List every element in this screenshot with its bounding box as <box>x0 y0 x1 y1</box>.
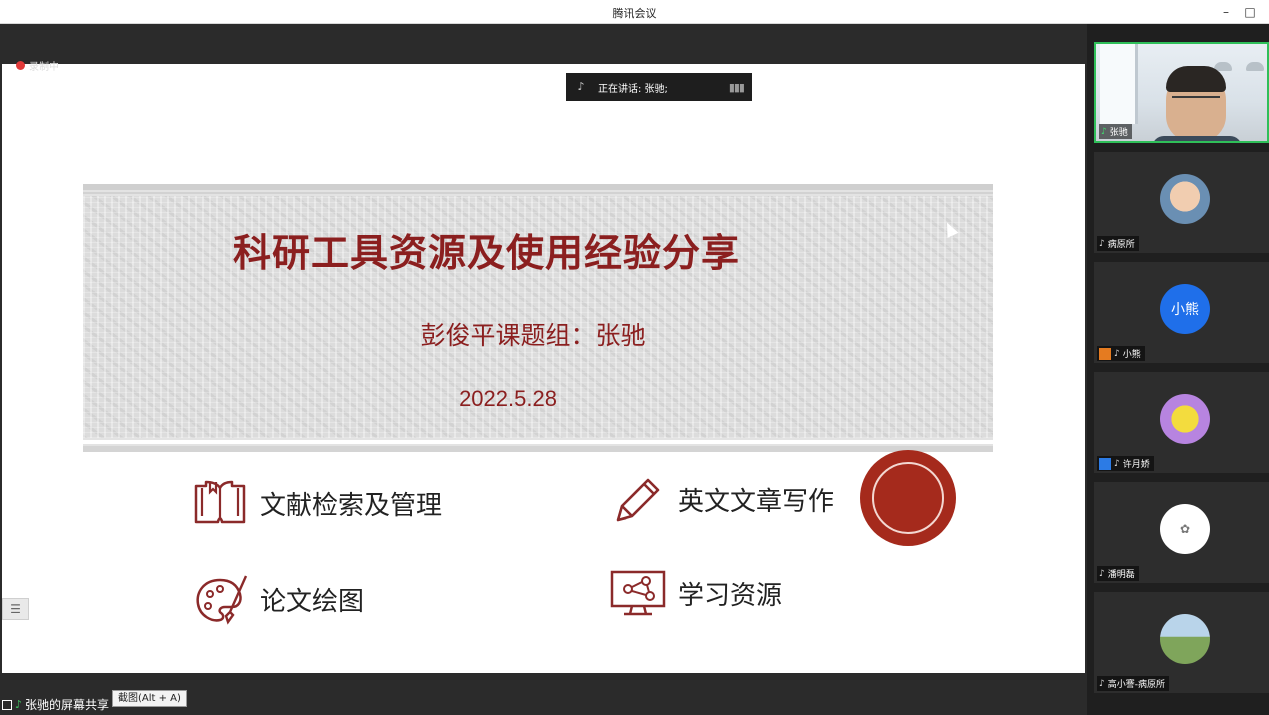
shared-screen-area: 录制中 ♪ 正在讲话: 张驰; ▮▮▮ 科研工具资源及使用经验分享 彭俊平课题组… <box>0 24 1087 715</box>
participant-glasses <box>1172 96 1220 106</box>
microphone-icon: ♪ <box>577 80 585 93</box>
audio-level-icon: ▮▮▮ <box>728 80 745 94</box>
avatar <box>1160 174 1210 224</box>
participant-name: 许月娇 <box>1122 460 1150 470</box>
participant-tile[interactable]: ♪ 高小謇-病原所 <box>1094 592 1269 693</box>
book-icon <box>194 480 246 524</box>
share-top-strip <box>0 24 1087 64</box>
microphone-muted-icon: ♪ <box>1099 568 1105 579</box>
banner-edge-bottom <box>83 446 993 452</box>
microphone-muted-icon: ♪ <box>1114 348 1120 359</box>
participant-tile[interactable]: ♪ 张驰 <box>1094 42 1269 143</box>
screen-share-label[interactable]: ♪ 张驰的屏幕共享 <box>2 696 109 713</box>
window-titlebar: 腾讯会议 – □ <box>0 0 1269 24</box>
participant-hair <box>1166 66 1226 92</box>
avatar <box>1160 394 1210 444</box>
pencil-icon <box>616 478 660 522</box>
microphone-icon: ♪ <box>15 698 23 711</box>
participant-name-tag: ♪ 张驰 <box>1099 124 1132 139</box>
participant-name: 张驰 <box>1109 128 1128 138</box>
palette-icon <box>196 575 248 625</box>
slide-banner: 科研工具资源及使用经验分享 彭俊平课题组：张驰 2022.5.28 <box>83 184 993 452</box>
participant-name-tag: ♪ 潘明磊 <box>1097 566 1139 581</box>
participant-tile[interactable]: ♪ 许月娇 <box>1094 372 1269 473</box>
maximize-button[interactable]: □ <box>1240 3 1260 21</box>
participant-tile[interactable]: 小熊 ♪ 小熊 <box>1094 262 1269 363</box>
cohost-badge-icon <box>1099 457 1111 470</box>
topic-label: 学习资源 <box>678 580 783 611</box>
topic-writing: 英文文章写作 <box>608 472 834 526</box>
video-background-window <box>1100 44 1138 124</box>
topic-resources: 学习资源 <box>608 566 782 620</box>
screenshot-tooltip: 截图(Alt + A) <box>112 690 187 707</box>
slide-title: 科研工具资源及使用经验分享 <box>233 230 741 275</box>
window-title: 腾讯会议 <box>612 7 657 20</box>
banner-edge-top <box>83 184 993 190</box>
participant-tile[interactable]: ✿ ♪ 潘明磊 <box>1094 482 1269 583</box>
participant-name: 小熊 <box>1122 350 1141 360</box>
avatar: ✿ <box>1160 504 1210 554</box>
monitor-network-icon <box>610 570 666 616</box>
presentation-slide: 科研工具资源及使用经验分享 彭俊平课题组：张驰 2022.5.28 文献检索及管… <box>2 64 1085 673</box>
banner-gap <box>83 440 993 444</box>
topic-label: 文献检索及管理 <box>260 490 443 521</box>
slide-author: 彭俊平课题组：张驰 <box>420 321 646 350</box>
screen-share-text: 张驰的屏幕共享 <box>25 698 110 712</box>
participant-name: 病原所 <box>1107 240 1135 250</box>
list-toggle-button[interactable]: ☰ <box>2 598 29 620</box>
avatar: 小熊 <box>1160 284 1210 334</box>
screen-share-icon <box>2 699 12 710</box>
speaking-text: 正在讲话: 张驰; <box>598 83 668 95</box>
recording-label: 录制中 <box>29 62 59 73</box>
participant-body <box>1152 136 1242 141</box>
record-icon <box>16 61 25 70</box>
microphone-muted-icon: ♪ <box>1114 458 1120 469</box>
speaking-indicator: ♪ 正在讲话: 张驰; ▮▮▮ <box>566 73 752 101</box>
participant-name: 潘明磊 <box>1107 570 1135 580</box>
video-background-lamp <box>1246 62 1264 71</box>
topic-label: 英文文章写作 <box>678 486 835 517</box>
banner-edge-line <box>83 192 993 194</box>
participant-tile[interactable]: ♪ 病原所 <box>1094 152 1269 253</box>
recording-indicator[interactable]: 录制中 <box>16 58 59 73</box>
seal-ring <box>872 462 944 534</box>
participant-name-tag: ♪ 高小謇-病原所 <box>1097 676 1169 691</box>
participant-panel: ♪ 张驰 ♪ 病原所 小熊 ♪ 小熊 ♪ 许月娇 ✿ ♪ 潘明磊 ♪ 高小謇-病… <box>1087 24 1269 715</box>
participant-name-tag: ♪ 许月娇 <box>1097 456 1154 471</box>
microphone-muted-icon: ♪ <box>1099 678 1105 689</box>
participant-name-tag: ♪ 小熊 <box>1097 346 1145 361</box>
topic-figures: 论文绘图 <box>190 572 364 626</box>
minimize-button[interactable]: – <box>1216 3 1236 21</box>
participant-name: 高小謇-病原所 <box>1107 680 1165 690</box>
avatar <box>1160 614 1210 664</box>
participant-name-tag: ♪ 病原所 <box>1097 236 1139 251</box>
topic-literature: 文献检索及管理 <box>190 476 442 530</box>
host-badge-icon <box>1099 347 1111 360</box>
microphone-on-icon: ♪ <box>1101 126 1107 137</box>
seal-decoration <box>860 450 956 546</box>
slide-date: 2022.5.28 <box>459 386 557 411</box>
microphone-muted-icon: ♪ <box>1099 238 1105 249</box>
topic-label: 论文绘图 <box>260 586 365 617</box>
